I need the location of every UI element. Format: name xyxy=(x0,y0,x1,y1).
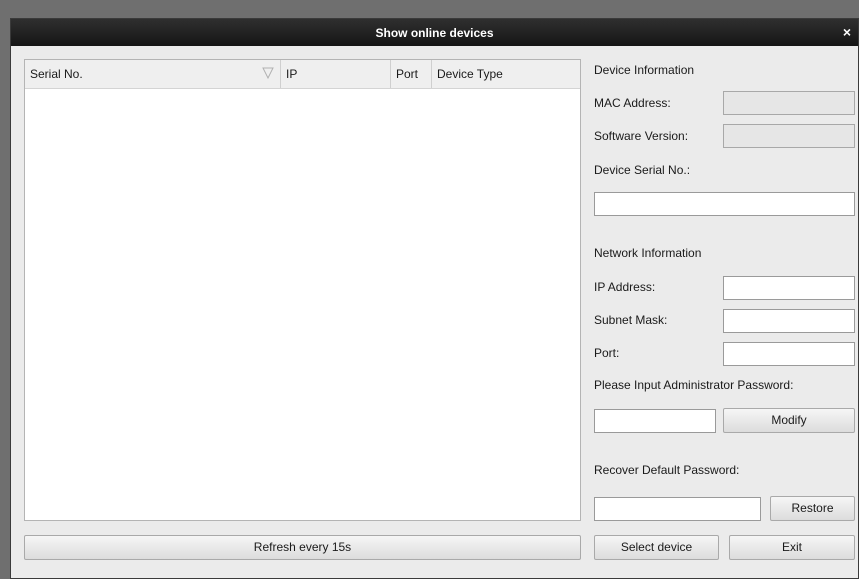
subnet-mask-field[interactable] xyxy=(723,309,855,333)
refresh-button[interactable]: Refresh every 15s xyxy=(24,535,581,560)
column-header-port[interactable]: Port xyxy=(391,60,432,88)
column-header-device-type[interactable]: Device Type xyxy=(432,60,580,88)
subnet-mask-label: Subnet Mask: xyxy=(594,313,668,327)
select-device-button[interactable]: Select device xyxy=(594,535,719,560)
ip-address-field[interactable] xyxy=(723,276,855,300)
device-serial-no-label: Device Serial No.: xyxy=(594,163,691,177)
column-header-serial-no[interactable]: Serial No. xyxy=(25,60,281,88)
port-field[interactable] xyxy=(723,342,855,366)
column-header-device-type-label: Device Type xyxy=(437,67,503,81)
column-header-ip-label: IP xyxy=(286,67,298,81)
close-icon[interactable]: × xyxy=(840,24,854,40)
network-information-heading: Network Information xyxy=(594,246,702,260)
recover-default-password-label: Recover Default Password: xyxy=(594,463,740,477)
column-header-serial-no-label: Serial No. xyxy=(30,67,83,81)
dialog-title: Show online devices xyxy=(375,25,494,40)
dialog-titlebar: Show online devices × xyxy=(11,19,858,46)
mac-address-field xyxy=(723,91,855,115)
device-information-heading: Device Information xyxy=(594,63,695,77)
online-device-list[interactable]: Serial No. IP Port Device Type xyxy=(24,59,581,521)
exit-button[interactable]: Exit xyxy=(729,535,855,560)
software-version-label: Software Version: xyxy=(594,129,689,143)
port-label: Port: xyxy=(594,346,620,360)
modify-button[interactable]: Modify xyxy=(723,408,855,433)
device-serial-no-field[interactable] xyxy=(594,192,855,216)
recover-password-field[interactable] xyxy=(594,497,761,521)
restore-button[interactable]: Restore xyxy=(770,496,855,521)
column-header-ip[interactable]: IP xyxy=(281,60,391,88)
admin-password-field[interactable] xyxy=(594,409,716,433)
software-version-field xyxy=(723,124,855,148)
admin-password-label: Please Input Administrator Password: xyxy=(594,378,794,392)
column-header-port-label: Port xyxy=(396,67,419,81)
sort-triangle-icon xyxy=(262,67,274,79)
mac-address-label: MAC Address: xyxy=(594,96,671,110)
ip-address-label: IP Address: xyxy=(594,280,656,294)
device-list-header: Serial No. IP Port Device Type xyxy=(25,60,580,89)
show-online-devices-dialog: Show online devices × Serial No. IP Port… xyxy=(10,18,859,579)
